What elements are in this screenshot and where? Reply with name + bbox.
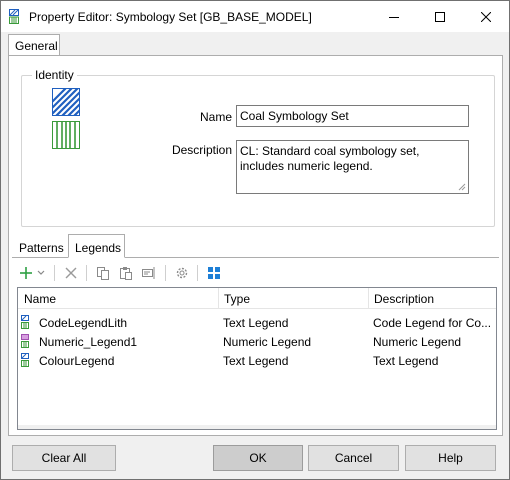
- description-text: CL: Standard coal symbology set, include…: [240, 144, 420, 173]
- table-row[interactable]: ColourLegend Text Legend Text Legend: [18, 351, 496, 369]
- grid-view-icon: [208, 267, 220, 279]
- text-legend-icon: [21, 353, 29, 367]
- name-field[interactable]: [236, 105, 469, 127]
- row-name: ColourLegend: [39, 354, 115, 368]
- table-row[interactable]: CodeLegendLith Text Legend Code Legend f…: [18, 313, 496, 331]
- row-type: Text Legend: [223, 354, 289, 368]
- cancel-button[interactable]: Cancel: [308, 445, 399, 471]
- column-header-type[interactable]: Type: [224, 292, 250, 306]
- row-description: Text Legend: [373, 354, 439, 368]
- grid-view-button[interactable]: [203, 263, 225, 283]
- add-dropdown-button[interactable]: [34, 263, 48, 283]
- add-icon: [20, 267, 32, 279]
- toolbar-separator: [54, 265, 55, 281]
- ok-button[interactable]: OK: [213, 445, 303, 471]
- toolbar-separator: [86, 265, 87, 281]
- minimize-button[interactable]: [371, 1, 417, 32]
- dropdown-arrow-icon: [37, 270, 45, 275]
- maximize-icon: [435, 11, 445, 22]
- legends-list[interactable]: Name Type Description CodeLegendLith Tex…: [17, 287, 497, 430]
- tab-patterns[interactable]: Patterns: [12, 237, 68, 258]
- close-button[interactable]: [463, 1, 509, 32]
- row-description: Code Legend for Co...: [373, 316, 492, 330]
- legends-toolbar: [15, 261, 495, 285]
- row-name: Numeric_Legend1: [39, 335, 138, 349]
- tab-legends[interactable]: Legends: [68, 234, 125, 258]
- maximize-button[interactable]: [417, 1, 463, 32]
- column-header-name[interactable]: Name: [24, 292, 56, 306]
- identity-group: Identity Name Coal Symbology Set Descrip…: [21, 68, 495, 227]
- tab-general[interactable]: General: [8, 34, 60, 56]
- delete-icon: [65, 267, 77, 279]
- table-row[interactable]: Numeric_Legend1 Numeric Legend Numeric L…: [18, 332, 496, 350]
- name-label: Name: [199, 110, 232, 124]
- column-divider[interactable]: [368, 288, 369, 309]
- numeric-legend-icon: [21, 334, 29, 348]
- delete-button[interactable]: [60, 263, 82, 283]
- title-bar[interactable]: Property Editor: Symbology Set [GB_BASE_…: [1, 1, 509, 32]
- identity-legend: Identity: [32, 68, 77, 82]
- general-tab-pane: Identity Name Coal Symbology Set Descrip…: [8, 55, 503, 436]
- list-header: Name Type Description: [18, 288, 496, 309]
- row-type: Text Legend: [223, 316, 289, 330]
- horizontal-scrollbar[interactable]: [18, 425, 496, 429]
- rename-button[interactable]: [138, 263, 160, 283]
- paste-button[interactable]: [115, 263, 137, 283]
- paste-icon: [120, 267, 132, 280]
- copy-icon: [97, 267, 109, 280]
- column-header-description[interactable]: Description: [374, 292, 434, 306]
- settings-button[interactable]: [171, 263, 193, 283]
- settings-icon: [176, 267, 188, 279]
- close-icon: [481, 11, 491, 22]
- clear-all-button[interactable]: Clear All: [12, 445, 116, 471]
- text-legend-icon: [21, 315, 29, 329]
- symbology-set-icon: [9, 9, 19, 24]
- description-label: Description: [171, 143, 232, 157]
- row-type: Numeric Legend: [223, 335, 312, 349]
- help-button[interactable]: Help: [405, 445, 496, 471]
- toolbar-separator: [165, 265, 166, 281]
- copy-button[interactable]: [92, 263, 114, 283]
- row-name: CodeLegendLith: [39, 316, 128, 330]
- rename-icon: [142, 267, 155, 279]
- resize-grip-icon[interactable]: [458, 183, 466, 191]
- column-divider[interactable]: [218, 288, 219, 309]
- window-title: Property Editor: Symbology Set [GB_BASE_…: [29, 10, 312, 24]
- toolbar-separator: [197, 265, 198, 281]
- property-editor-window: Property Editor: Symbology Set [GB_BASE_…: [0, 0, 510, 480]
- symbology-preview-icon: [34, 86, 100, 152]
- row-description: Numeric Legend: [373, 335, 462, 349]
- description-field[interactable]: CL: Standard coal symbology set, include…: [236, 140, 469, 194]
- minimize-icon: [389, 16, 399, 18]
